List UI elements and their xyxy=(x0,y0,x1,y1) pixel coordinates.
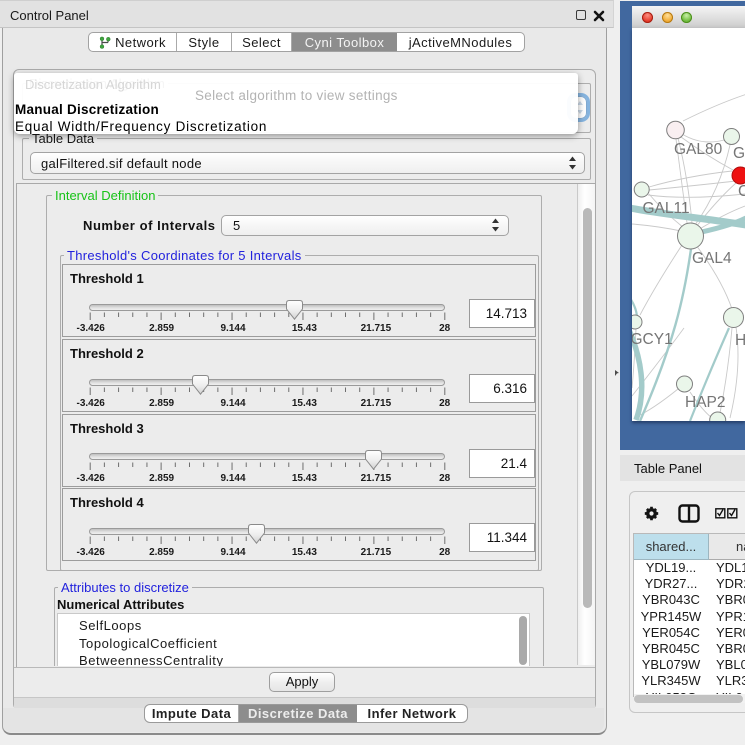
svg-text:HAP2: HAP2 xyxy=(685,394,726,411)
svg-text:GAL11: GAL11 xyxy=(643,200,690,217)
svg-text:C: C xyxy=(738,183,745,200)
svg-text:GAL80: GAL80 xyxy=(674,141,723,158)
svg-text:HIS: HIS xyxy=(735,332,745,349)
svg-text:GAL4: GAL4 xyxy=(692,250,732,267)
svg-text:GCY1: GCY1 xyxy=(632,331,673,348)
svg-text:GA: GA xyxy=(733,145,745,162)
